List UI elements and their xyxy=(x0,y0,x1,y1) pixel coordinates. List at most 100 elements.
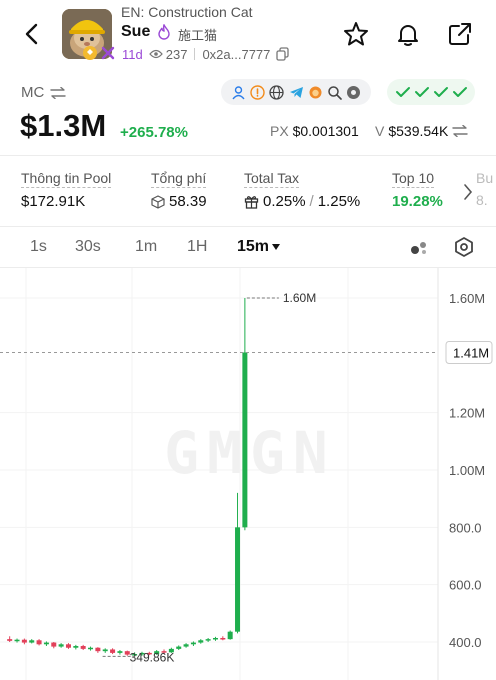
gift-icon xyxy=(244,196,259,209)
mc-label-text: MC xyxy=(21,84,45,101)
token-subtitle: EN: Construction Cat xyxy=(121,4,253,20)
swap-arrows-icon[interactable] xyxy=(452,125,468,137)
timeframe-15m[interactable]: 15m xyxy=(237,238,269,256)
chart-settings-icon[interactable] xyxy=(453,236,475,258)
back-arrow-icon[interactable] xyxy=(18,20,46,48)
telegram-icon[interactable] xyxy=(289,85,304,100)
lion-icon[interactable] xyxy=(308,85,323,100)
timeframe-1h[interactable]: 1H xyxy=(187,238,207,256)
star-icon[interactable] xyxy=(342,20,370,48)
candle-body xyxy=(110,649,116,653)
candle-body xyxy=(117,651,123,653)
chevron-right-icon[interactable] xyxy=(462,182,474,202)
token-name-cn: 施工猫 xyxy=(178,28,218,43)
settings-circle-icon[interactable] xyxy=(346,85,361,100)
stat-pool-info[interactable]: Thông tin Pool $172.91K xyxy=(21,170,112,210)
stat-top10-value: 19.28% xyxy=(392,193,443,210)
market-cap-change: +265.78% xyxy=(120,124,188,141)
stat-total-tax[interactable]: Total Tax 0.25% / 1.25% xyxy=(244,170,360,210)
user-icon[interactable] xyxy=(231,85,246,100)
market-cap-value: $1.3M xyxy=(20,108,107,143)
stat-tax-sell: 1.25% xyxy=(317,193,361,210)
price-chart[interactable]: GMGN 1.60M 1.20M 1.00M 800.0 600.0 400.0 1.41M 1… xyxy=(0,268,496,680)
check-icon xyxy=(433,87,448,97)
swap-arrows-icon[interactable] xyxy=(50,86,67,99)
stat-fees-value: 58.39 xyxy=(169,193,207,210)
alert-icon[interactable] xyxy=(250,84,265,100)
candle-body xyxy=(51,642,57,647)
indicators-icon[interactable] xyxy=(408,236,430,258)
volume-label: V xyxy=(375,123,385,139)
timeframe-30s[interactable]: 30s xyxy=(75,238,101,256)
price-value: $0.001301 xyxy=(292,123,359,139)
stat-top10-label: Top 10 xyxy=(392,170,435,188)
low-label: 349.86K xyxy=(130,650,175,664)
share-icon[interactable] xyxy=(446,20,474,48)
y-tick-label: 400.0 xyxy=(449,635,482,650)
price-label: PX xyxy=(270,123,289,139)
copy-icon[interactable] xyxy=(276,47,290,61)
candle-body xyxy=(21,639,27,643)
candle-body xyxy=(205,639,211,641)
chain-badge-icon xyxy=(83,46,97,60)
y-tick-label: 600.0 xyxy=(449,578,482,593)
stat-fees-label: Tổng phí xyxy=(151,170,207,188)
y-tick-label: 1.00M xyxy=(449,463,485,478)
eye-icon xyxy=(148,49,163,59)
candle-body xyxy=(220,637,226,640)
cube-icon xyxy=(151,194,165,209)
stat-top10[interactable]: Top 10 19.28% xyxy=(392,170,443,210)
token-meta-row: 11d 237 0x2a...7777 xyxy=(82,45,290,63)
stat-next-value: 8. xyxy=(476,192,488,208)
candle-body xyxy=(29,640,35,643)
candle-body xyxy=(183,644,189,647)
token-name: Sue xyxy=(121,23,151,40)
candle-body xyxy=(7,639,13,641)
stat-tax-separator: / xyxy=(309,193,314,210)
security-checks-badge[interactable] xyxy=(387,79,475,105)
token-header: EN: Construction Cat Sue 施工猫 11d 237 0x2… xyxy=(0,0,496,72)
candle-body xyxy=(95,647,101,652)
candle-body xyxy=(198,640,204,643)
watermark-text: GMGN xyxy=(164,419,336,487)
fire-icon xyxy=(158,24,170,40)
y-tick-label: 1.20M xyxy=(449,406,485,421)
check-icon xyxy=(452,87,467,97)
timeframe-1m[interactable]: 1m xyxy=(135,238,157,256)
token-age: 11d xyxy=(122,46,143,62)
bell-icon[interactable] xyxy=(394,20,422,48)
contract-address[interactable]: 0x2a...7777 xyxy=(202,47,270,62)
launchpad-badge-icon xyxy=(101,46,115,60)
timeframe-1s[interactable]: 1s xyxy=(30,238,47,256)
candle-body xyxy=(36,640,42,645)
check-icon xyxy=(395,87,410,97)
caret-down-icon[interactable] xyxy=(271,243,281,251)
search-icon[interactable] xyxy=(327,85,342,100)
views-value: 237 xyxy=(165,46,188,62)
views-count: 237 xyxy=(148,46,188,62)
stat-next-partial: Bu 8. xyxy=(476,170,493,208)
meta-divider xyxy=(194,48,196,60)
candle-body xyxy=(227,631,233,640)
candle-body xyxy=(80,646,86,649)
y-tick-label: 800.0 xyxy=(449,520,482,535)
globe-icon[interactable] xyxy=(269,84,285,100)
candle-body xyxy=(65,644,71,648)
candle-body xyxy=(242,352,248,528)
candle-body xyxy=(88,647,94,650)
stat-total-fees[interactable]: Tổng phí 58.39 xyxy=(151,170,207,210)
candle-body xyxy=(58,644,64,647)
candle-body xyxy=(14,639,20,642)
check-icon xyxy=(414,87,429,97)
candle-body xyxy=(43,642,49,645)
stat-pool-value: $172.91K xyxy=(21,193,86,210)
candle-body xyxy=(190,642,196,645)
volume-field[interactable]: V $539.54K xyxy=(375,123,468,139)
candle-body xyxy=(102,649,108,652)
section-divider xyxy=(0,155,496,156)
section-divider xyxy=(0,226,496,227)
market-cap-label[interactable]: MC xyxy=(21,84,67,101)
stat-tax-label: Total Tax xyxy=(244,170,299,188)
stat-tax-buy: 0.25% xyxy=(263,193,306,210)
stat-next-label: Bu xyxy=(476,170,494,186)
